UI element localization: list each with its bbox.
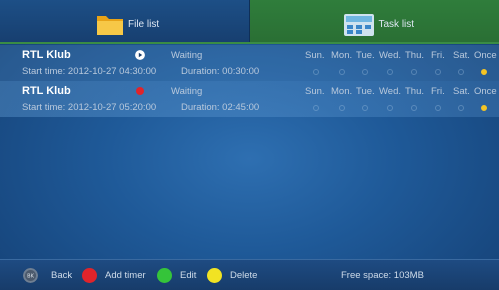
svg-text:BK: BK <box>27 274 34 280</box>
red-button-icon[interactable] <box>82 268 97 283</box>
play-icon <box>135 50 145 60</box>
day-indicator <box>313 105 319 111</box>
tab-file-list[interactable]: File list <box>0 0 250 42</box>
start-time: Start time: 2012-10-27 05:20:00 <box>22 102 156 113</box>
day-header-mon: Mon. <box>331 86 352 97</box>
tab-task-list-label: Task list <box>379 19 415 30</box>
day-indicator-once <box>481 69 487 75</box>
task-list-icon <box>344 14 374 36</box>
day-indicator <box>435 69 441 75</box>
day-indicator <box>435 105 441 111</box>
day-indicator <box>458 105 464 111</box>
free-space: Free space: 103MB <box>341 270 424 281</box>
delete-button[interactable]: Delete <box>230 270 257 281</box>
tab-underline <box>0 42 499 44</box>
day-indicator <box>313 69 319 75</box>
day-indicator <box>458 69 464 75</box>
task-status: Waiting <box>171 86 202 97</box>
start-time: Start time: 2012-10-27 04:30:00 <box>22 66 156 77</box>
day-header-fri: Fri. <box>431 86 445 97</box>
day-indicator <box>362 105 368 111</box>
day-indicator <box>387 69 393 75</box>
day-indicator <box>411 69 417 75</box>
duration: Duration: 00:30:00 <box>181 66 259 77</box>
tab-task-list[interactable]: Task list <box>250 0 499 42</box>
day-indicator <box>339 69 345 75</box>
channel-name: RTL Klub <box>22 85 71 97</box>
day-indicator <box>362 69 368 75</box>
add-timer-button[interactable]: Add timer <box>105 270 146 281</box>
day-indicator-once <box>481 105 487 111</box>
day-header-once: Once <box>474 86 497 97</box>
day-header-sat: Sat. <box>453 50 470 61</box>
record-icon <box>136 87 144 95</box>
back-button[interactable]: Back <box>51 270 72 281</box>
day-indicator <box>411 105 417 111</box>
footer-bar: BK Back Add timer Edit Delete Free space… <box>0 259 499 290</box>
green-button-icon[interactable] <box>157 268 172 283</box>
day-header-wed: Wed. <box>379 50 401 61</box>
day-header-thu: Thu. <box>405 50 424 61</box>
task-status: Waiting <box>171 50 202 61</box>
back-button-icon[interactable]: BK <box>23 268 38 283</box>
day-header-thu: Thu. <box>405 86 424 97</box>
folder-icon <box>96 12 124 36</box>
day-indicator <box>387 105 393 111</box>
day-header-tue: Tue. <box>356 86 375 97</box>
task-row[interactable]: RTL Klub Waiting Start time: 2012-10-27 … <box>0 45 499 81</box>
task-row[interactable]: RTL Klub Waiting Start time: 2012-10-27 … <box>0 81 499 117</box>
day-header-sat: Sat. <box>453 86 470 97</box>
yellow-button-icon[interactable] <box>207 268 222 283</box>
tab-file-list-label: File list <box>128 19 159 30</box>
day-header-sun: Sun. <box>305 50 325 61</box>
duration: Duration: 02:45:00 <box>181 102 259 113</box>
day-header-fri: Fri. <box>431 50 445 61</box>
tab-bar: File list Task list <box>0 0 499 42</box>
day-header-mon: Mon. <box>331 50 352 61</box>
day-header-sun: Sun. <box>305 86 325 97</box>
day-header-wed: Wed. <box>379 86 401 97</box>
channel-name: RTL Klub <box>22 49 71 61</box>
day-header-tue: Tue. <box>356 50 375 61</box>
edit-button[interactable]: Edit <box>180 270 196 281</box>
day-indicator <box>339 105 345 111</box>
day-header-once: Once <box>474 50 497 61</box>
